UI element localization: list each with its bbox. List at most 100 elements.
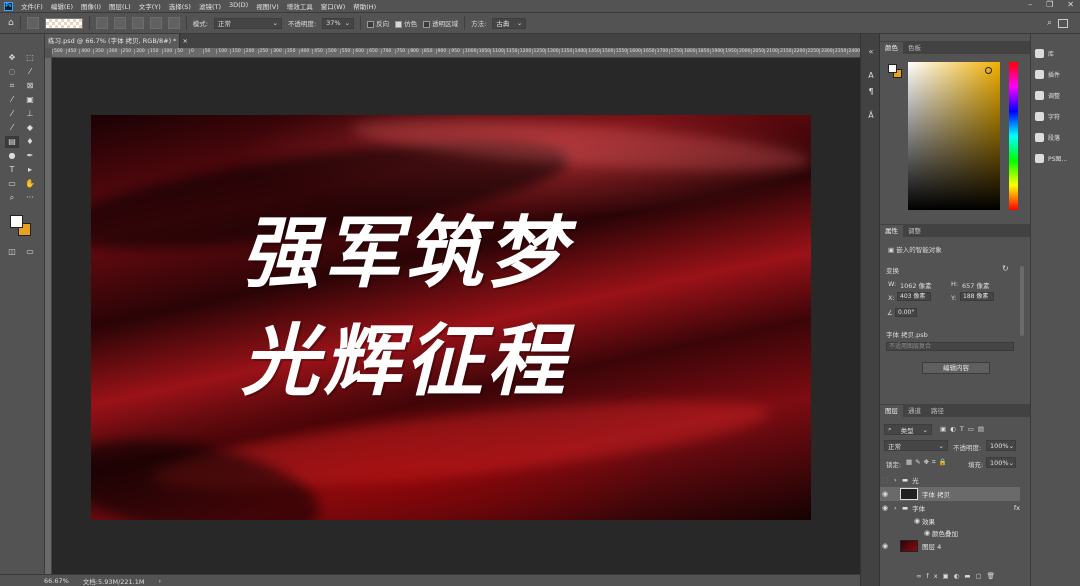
color-picker-ring[interactable] bbox=[985, 67, 992, 74]
status-arrow-icon[interactable]: › bbox=[158, 577, 161, 585]
layer-filter-dropdown[interactable]: ⌕ 类型 ⌄ bbox=[884, 424, 932, 435]
layer-row-selected[interactable]: ◉ 字体 拷贝 bbox=[880, 487, 1020, 501]
rectangle-tool-icon[interactable]: ▭ bbox=[5, 178, 19, 190]
more-tools-icon[interactable]: ··· bbox=[23, 192, 37, 204]
collapsed-panel-item[interactable]: 库 bbox=[1035, 46, 1079, 60]
tab-channels[interactable]: 通道 bbox=[903, 405, 926, 417]
close-icon[interactable]: ✕ bbox=[1067, 0, 1074, 9]
angle-gradient-button[interactable] bbox=[131, 17, 144, 29]
mode-dropdown[interactable]: 正常 ⌄ bbox=[213, 17, 282, 29]
color-field[interactable] bbox=[908, 62, 1000, 210]
brush-tool-icon[interactable]: ⁄ bbox=[5, 108, 19, 120]
magic-wand-tool-icon[interactable]: ⁄ bbox=[23, 66, 37, 78]
w-value[interactable]: 1062 像素 bbox=[900, 280, 932, 290]
menu-item[interactable]: 3D(D) bbox=[225, 1, 252, 11]
edit-contents-button[interactable]: 编辑内容 bbox=[922, 362, 990, 374]
layers-footer-icons[interactable]: ∞fx▣◐▬▢🗑 bbox=[916, 572, 1000, 580]
eye-icon[interactable]: ◉ bbox=[880, 490, 890, 498]
collapsed-panel-item[interactable]: 段落 bbox=[1035, 130, 1079, 144]
tab-layers[interactable]: 图层 bbox=[880, 405, 903, 417]
character-icon[interactable]: A bbox=[864, 70, 878, 82]
eye-icon[interactable]: ◉ bbox=[922, 529, 932, 537]
linear-gradient-button[interactable] bbox=[95, 17, 108, 29]
layer-name[interactable]: 字体 拷贝 bbox=[922, 489, 950, 499]
layer-name[interactable]: 字体 bbox=[912, 503, 925, 513]
glyphs-icon[interactable]: Ä bbox=[864, 110, 878, 122]
move-tool-icon[interactable]: ✥ bbox=[5, 52, 19, 64]
layer-comps-dropdown[interactable]: 不适用图层复合 bbox=[886, 342, 1014, 351]
angle-field[interactable]: 0.00° bbox=[895, 308, 917, 317]
pen-tool-icon[interactable]: ✒ bbox=[23, 150, 37, 162]
properties-scrollbar[interactable] bbox=[1020, 266, 1024, 336]
menu-item[interactable]: 视图(V) bbox=[252, 1, 283, 11]
layer-row[interactable]: ◉ › ▬ 字体 fx bbox=[880, 501, 1020, 515]
lock-icons[interactable]: ▦✎✥⌗🔒 bbox=[906, 458, 950, 467]
dither-checkbox[interactable]: 仿色 bbox=[395, 18, 417, 28]
paragraph-icon[interactable]: ¶ bbox=[864, 86, 878, 98]
menu-item[interactable]: 文字(Y) bbox=[135, 1, 165, 11]
zoom-tool-icon[interactable]: ⌕ bbox=[5, 192, 19, 204]
quick-mask-icon[interactable]: ◫ bbox=[5, 246, 19, 258]
gradient-tool-icon[interactable]: ▤ bbox=[5, 136, 19, 148]
close-tab-icon[interactable]: × bbox=[183, 37, 188, 45]
collapsed-panel-item[interactable]: 调整 bbox=[1035, 88, 1079, 102]
reset-transform-icon[interactable]: ↻ bbox=[1002, 264, 1009, 273]
fill-field[interactable]: 100% ⌄ bbox=[986, 457, 1016, 468]
chevron-right-icon[interactable]: › bbox=[894, 476, 902, 484]
tab-paths[interactable]: 路径 bbox=[926, 405, 949, 417]
artwork-canvas[interactable]: 强军筑梦 光辉征程 bbox=[91, 115, 811, 520]
path-select-tool-icon[interactable]: ▸ bbox=[23, 164, 37, 176]
method-dropdown[interactable]: 古典 ⌄ bbox=[492, 17, 527, 29]
tab-color[interactable]: 颜色 bbox=[880, 42, 903, 54]
hue-slider[interactable] bbox=[1009, 62, 1018, 210]
reverse-checkbox[interactable]: 反向 bbox=[367, 18, 389, 28]
patch-tool-icon[interactable]: ▣ bbox=[23, 94, 37, 106]
collapsed-panel-item[interactable]: 字符 bbox=[1035, 109, 1079, 123]
minimize-icon[interactable]: – bbox=[1028, 0, 1032, 9]
stamp-tool-icon[interactable]: ⊥ bbox=[23, 108, 37, 120]
layer-row[interactable]: □ › ▬ 光 bbox=[880, 473, 1020, 487]
layer-opacity-field[interactable]: 100% ⌄ bbox=[986, 440, 1016, 451]
eraser-tool-icon[interactable]: ◆ bbox=[23, 122, 37, 134]
radial-gradient-button[interactable] bbox=[113, 17, 126, 29]
zoom-level[interactable]: 66.67% bbox=[44, 577, 69, 585]
crop-tool-icon[interactable]: ⌗ bbox=[5, 80, 19, 92]
type-tool-icon[interactable]: T bbox=[5, 164, 19, 176]
effect-row[interactable]: ◉ 颜色叠加 bbox=[880, 526, 1020, 540]
layer-row[interactable]: ◉ 图层 4 bbox=[880, 539, 1020, 553]
menu-item[interactable]: 文件(F) bbox=[17, 1, 47, 11]
eye-icon[interactable]: ◉ bbox=[880, 542, 890, 550]
fg-color-chip[interactable] bbox=[888, 64, 897, 73]
tab-swatches[interactable]: 色板 bbox=[903, 42, 926, 54]
menu-item[interactable]: 帮助(H) bbox=[349, 1, 380, 11]
history-brush-icon[interactable]: ⁄ bbox=[5, 122, 19, 134]
menu-item[interactable]: 编辑(E) bbox=[47, 1, 77, 11]
chevron-right-icon[interactable]: › bbox=[894, 504, 902, 512]
layer-name[interactable]: 光 bbox=[912, 475, 919, 485]
foreground-color-swatch[interactable] bbox=[10, 215, 23, 228]
layer-filter-icons[interactable]: ▣◐T▭▤ bbox=[940, 425, 988, 433]
menu-item[interactable]: 图层(L) bbox=[105, 1, 135, 11]
document-size[interactable]: 文档:5.93M/221.1M bbox=[83, 576, 145, 586]
blur-tool-icon[interactable]: ♦ bbox=[23, 136, 37, 148]
visibility-hidden-icon[interactable]: □ bbox=[880, 476, 890, 484]
home-icon[interactable]: ⌂ bbox=[8, 18, 14, 28]
menu-item[interactable]: 滤镜(T) bbox=[195, 1, 225, 11]
tool-preset-button[interactable] bbox=[26, 17, 39, 29]
menu-item[interactable]: 增效工具 bbox=[283, 1, 317, 11]
h-value[interactable]: 657 像素 bbox=[962, 280, 989, 290]
menu-item[interactable]: 图像(I) bbox=[77, 1, 105, 11]
collapsed-panel-item[interactable]: PS图... bbox=[1035, 151, 1079, 165]
eye-icon[interactable]: ◉ bbox=[880, 504, 890, 512]
frame-tool-icon[interactable]: ⊠ bbox=[23, 80, 37, 92]
layer-name[interactable]: 图层 4 bbox=[922, 541, 941, 551]
document-tab[interactable]: 练习.psd @ 66.7% (字体 拷贝, RGB/8#) * × bbox=[45, 34, 188, 48]
dodge-tool-icon[interactable]: ● bbox=[5, 150, 19, 162]
menu-item[interactable]: 选择(S) bbox=[165, 1, 195, 11]
x-field[interactable]: 403 像素 bbox=[897, 292, 931, 301]
y-field[interactable]: 188 像素 bbox=[960, 292, 994, 301]
blend-mode-dropdown[interactable]: 正常 ⌄ bbox=[884, 440, 948, 451]
hand-tool-icon[interactable]: ✋ bbox=[23, 178, 37, 190]
tab-adjustments[interactable]: 调整 bbox=[903, 225, 926, 237]
gradient-swatch[interactable] bbox=[44, 17, 83, 29]
